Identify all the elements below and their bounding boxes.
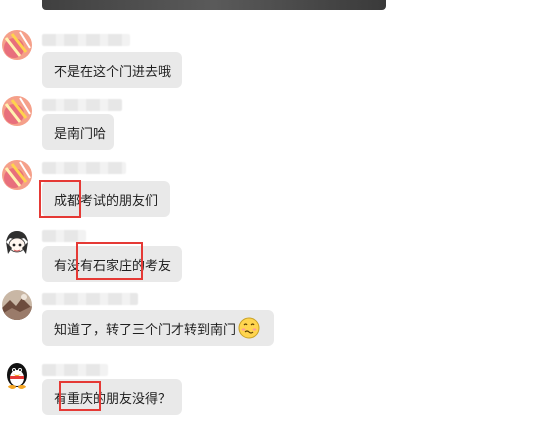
message-text: 是南门哈 [54,126,107,142]
sender-name-blurred [42,230,86,242]
previous-image-message[interactable] [42,0,386,10]
sender-name-blurred [42,162,126,174]
sender-name-blurred [42,364,108,376]
message-text: 知道了，转了三个门才转到南门 [54,322,237,338]
anime-girl-avatar-icon[interactable] [2,228,32,258]
sender-name-blurred [42,293,138,305]
qq-penguin-avatar-icon[interactable] [2,360,32,390]
highlight-box [76,242,143,280]
food-photo-avatar-icon[interactable] [2,160,32,190]
highlight-box [39,180,81,218]
message-bubble: 是南门哈 [42,114,114,150]
food-photo-avatar-icon[interactable] [2,96,32,126]
food-photo-avatar-icon[interactable] [2,30,32,60]
embarrassed-face-emoji-icon [238,317,260,339]
highlight-box [59,381,101,411]
message-text: 不是在这个门进去哦 [54,64,172,80]
message-bubble: 不是在这个门进去哦 [42,52,182,88]
landscape-photo-avatar-icon[interactable] [2,290,32,320]
message-bubble: 知道了，转了三个门才转到南门 [42,310,274,346]
sender-name-blurred [42,99,122,111]
sender-name-blurred [42,34,130,46]
